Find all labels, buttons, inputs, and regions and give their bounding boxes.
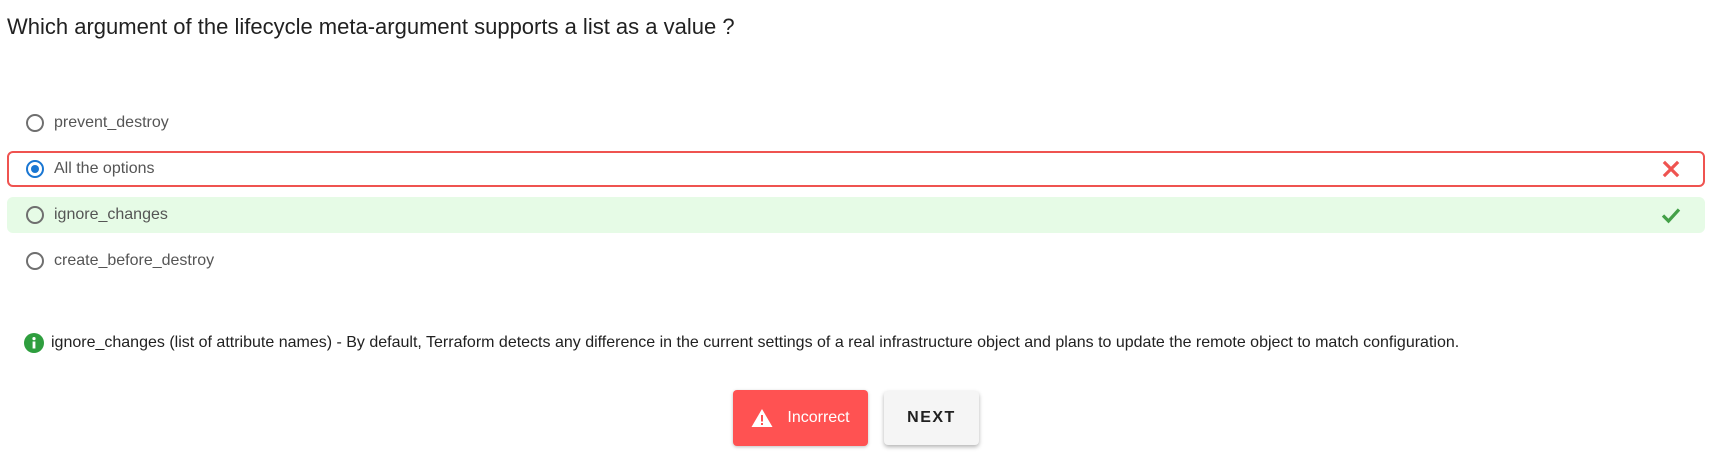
- action-buttons: Incorrect NEXT: [733, 390, 979, 446]
- radio-button[interactable]: [26, 252, 44, 270]
- incorrect-result-button[interactable]: Incorrect: [733, 390, 868, 446]
- option-label: prevent_destroy: [54, 114, 169, 131]
- checkmark-icon: [1661, 208, 1681, 224]
- option-prevent-destroy[interactable]: prevent_destroy: [7, 105, 1705, 141]
- option-label: ignore_changes: [54, 206, 168, 223]
- warning-icon: [751, 409, 773, 427]
- radio-button[interactable]: [26, 114, 44, 132]
- radio-button[interactable]: [26, 206, 44, 224]
- option-ignore-changes[interactable]: ignore_changes: [7, 197, 1705, 233]
- info-icon: [24, 333, 44, 353]
- radio-button-selected[interactable]: [26, 160, 44, 178]
- close-icon: [1662, 160, 1680, 178]
- answer-options: prevent_destroy All the options ignore_c…: [7, 105, 1705, 289]
- option-label: All the options: [54, 160, 155, 177]
- option-all-the-options[interactable]: All the options: [7, 151, 1705, 187]
- explanation: ignore_changes (list of attribute names)…: [24, 333, 1459, 353]
- question-text: Which argument of the lifecycle meta-arg…: [7, 14, 735, 39]
- next-button[interactable]: NEXT: [884, 391, 979, 445]
- option-create-before-destroy[interactable]: create_before_destroy: [7, 243, 1705, 279]
- incorrect-label: Incorrect: [787, 409, 850, 426]
- option-label: create_before_destroy: [54, 252, 215, 269]
- explanation-text: ignore_changes (list of attribute names)…: [51, 334, 1460, 351]
